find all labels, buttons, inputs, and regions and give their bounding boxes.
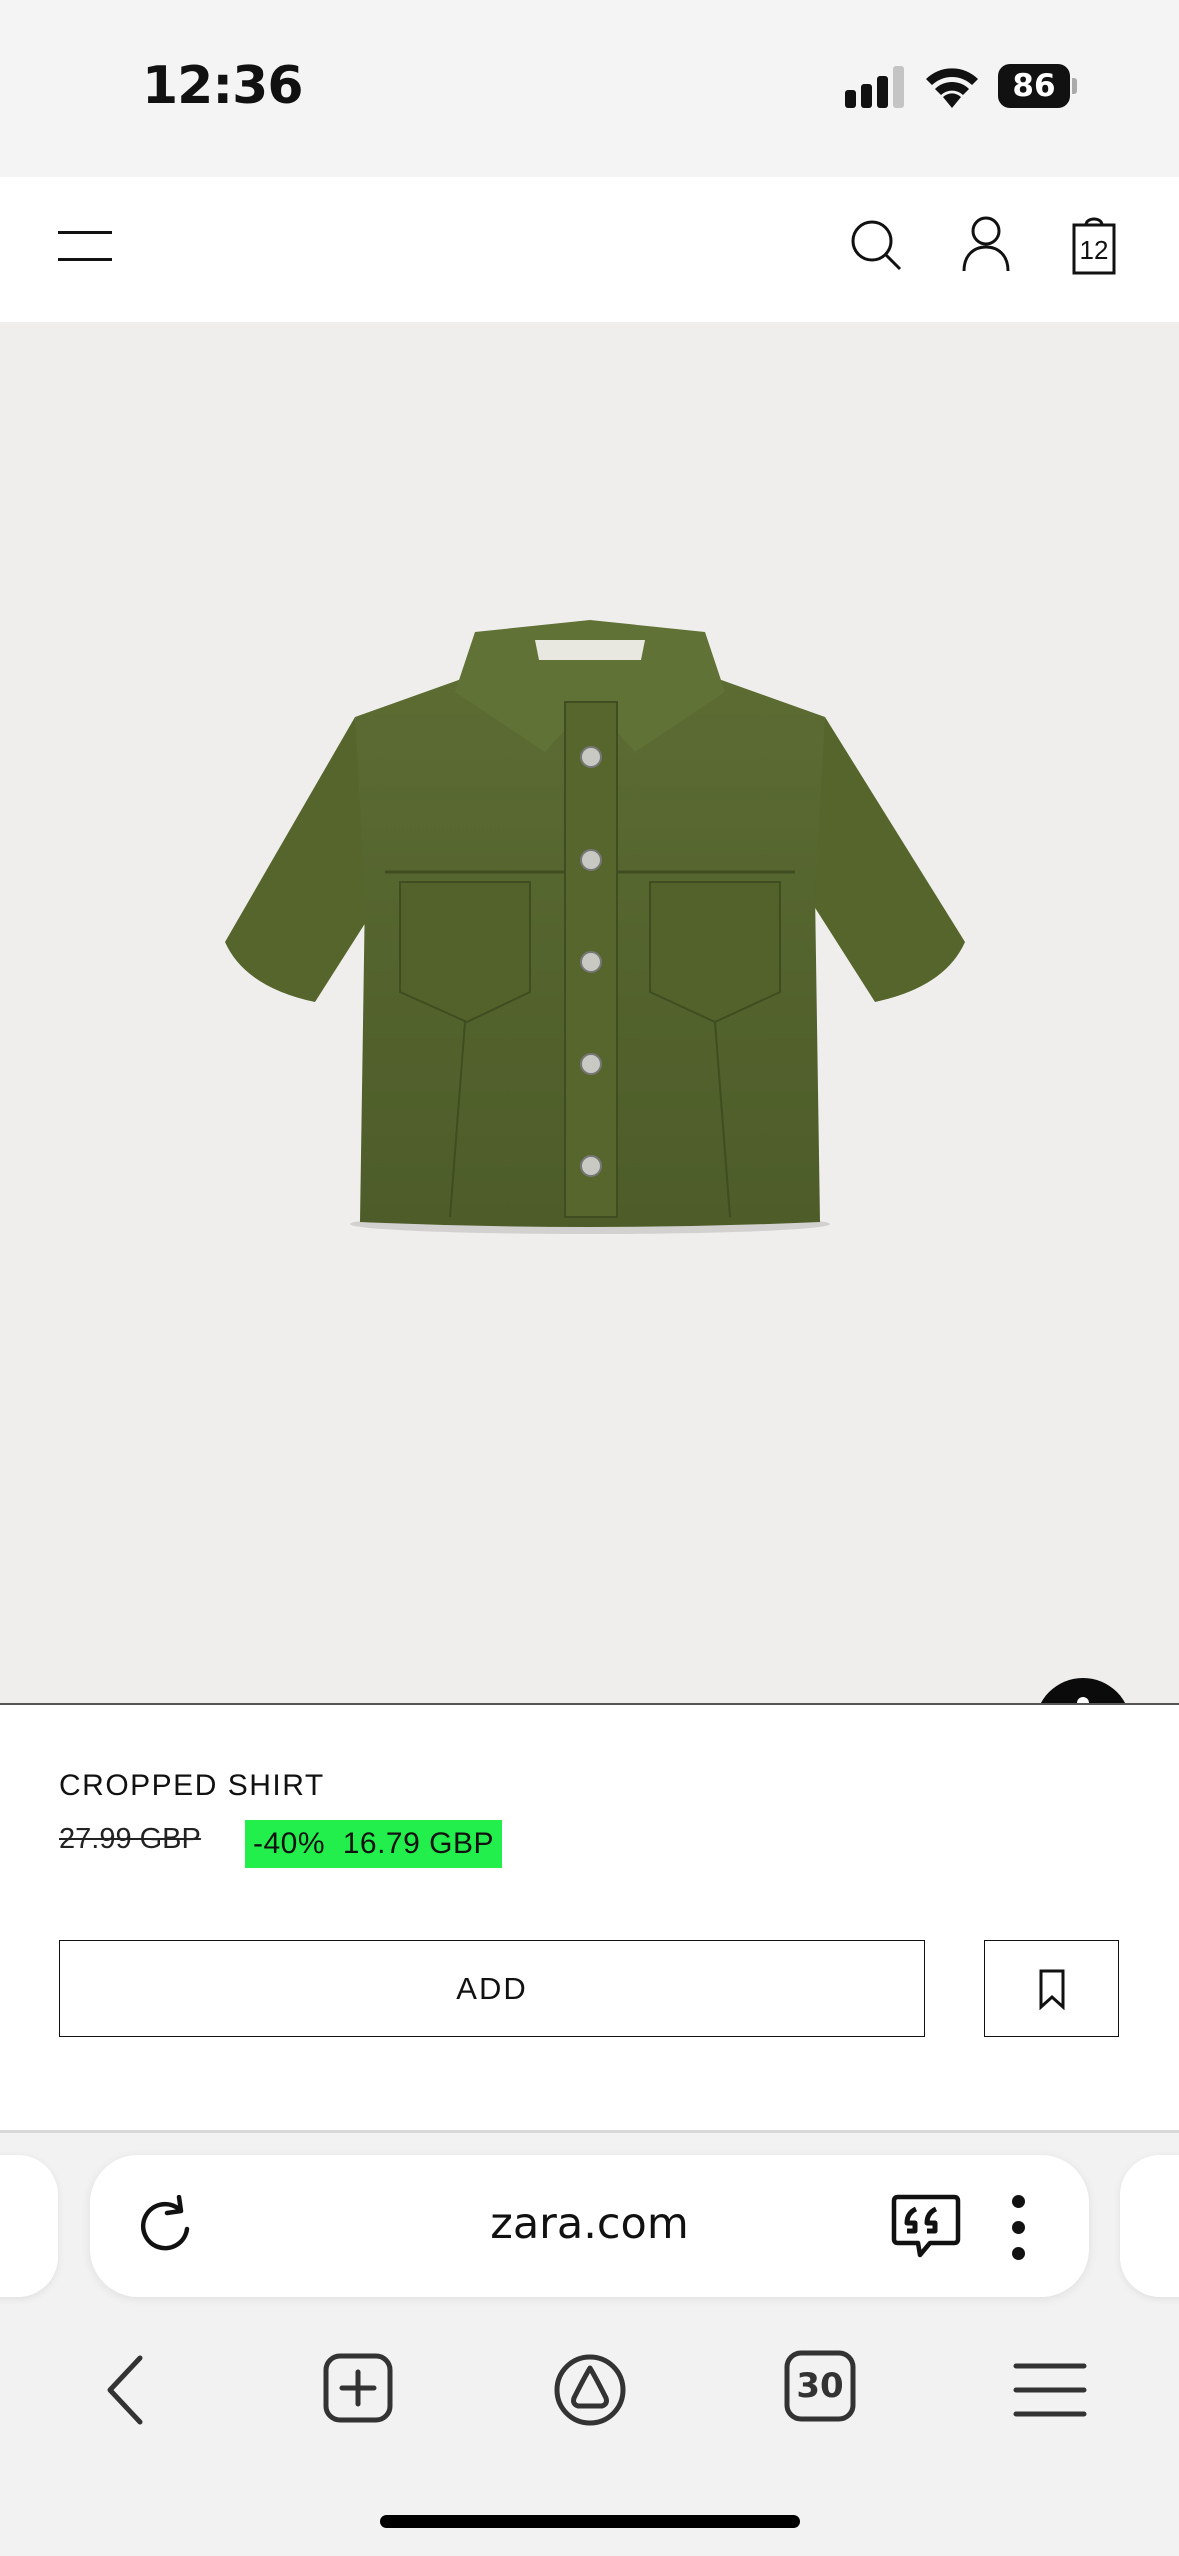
next-tab-preview[interactable] bbox=[1120, 2155, 1179, 2297]
status-bar: 12:36 86 bbox=[0, 0, 1179, 177]
assistant-icon[interactable] bbox=[550, 2350, 630, 2430]
new-tab-icon[interactable] bbox=[320, 2350, 400, 2430]
tabs-icon[interactable]: 30 bbox=[784, 2350, 864, 2430]
discount-percent: -40% bbox=[253, 1827, 326, 1860]
green-cropped-shirt-image bbox=[225, 620, 965, 1234]
quote-icon[interactable] bbox=[890, 2193, 962, 2261]
battery-level: 86 bbox=[998, 64, 1070, 108]
battery-tip bbox=[1072, 78, 1077, 94]
previous-tab-preview[interactable] bbox=[0, 2155, 58, 2297]
old-price: 27.99 GBP bbox=[59, 1823, 201, 1855]
bookmark-icon bbox=[1039, 1969, 1065, 2010]
browser-bottom-toolbar: 30 bbox=[0, 2330, 1179, 2440]
battery-icon: 86 bbox=[998, 64, 1078, 108]
discount-price-badge: -40% 16.79 GBP bbox=[245, 1820, 502, 1868]
account-icon[interactable] bbox=[960, 215, 1012, 273]
back-icon[interactable] bbox=[88, 2350, 168, 2430]
product-image[interactable] bbox=[0, 322, 1179, 1774]
status-time: 12:36 bbox=[142, 56, 304, 116]
bag-count: 12 bbox=[1079, 235, 1109, 265]
menu-icon[interactable] bbox=[1010, 2350, 1090, 2430]
address-bar[interactable]: zara.com bbox=[90, 2155, 1089, 2297]
signal-icon bbox=[845, 66, 904, 108]
bookmark-button[interactable] bbox=[984, 1940, 1119, 2037]
menu-icon[interactable] bbox=[58, 222, 112, 266]
product-name: CROPPED SHIRT bbox=[59, 1769, 325, 1802]
site-header: 12 bbox=[0, 177, 1179, 322]
shopping-bag-icon[interactable]: 12 bbox=[1068, 213, 1120, 275]
home-indicator bbox=[380, 2515, 800, 2528]
search-icon[interactable] bbox=[848, 217, 904, 273]
wifi-icon bbox=[926, 68, 978, 108]
tab-count: 30 bbox=[796, 2366, 844, 2406]
more-icon[interactable] bbox=[1008, 2195, 1028, 2261]
product-info-panel: CROPPED SHIRT 27.99 GBP -40% 16.79 GBP A… bbox=[0, 1705, 1179, 2130]
new-price: 16.79 GBP bbox=[342, 1827, 494, 1860]
add-button[interactable]: ADD bbox=[59, 1940, 925, 2037]
